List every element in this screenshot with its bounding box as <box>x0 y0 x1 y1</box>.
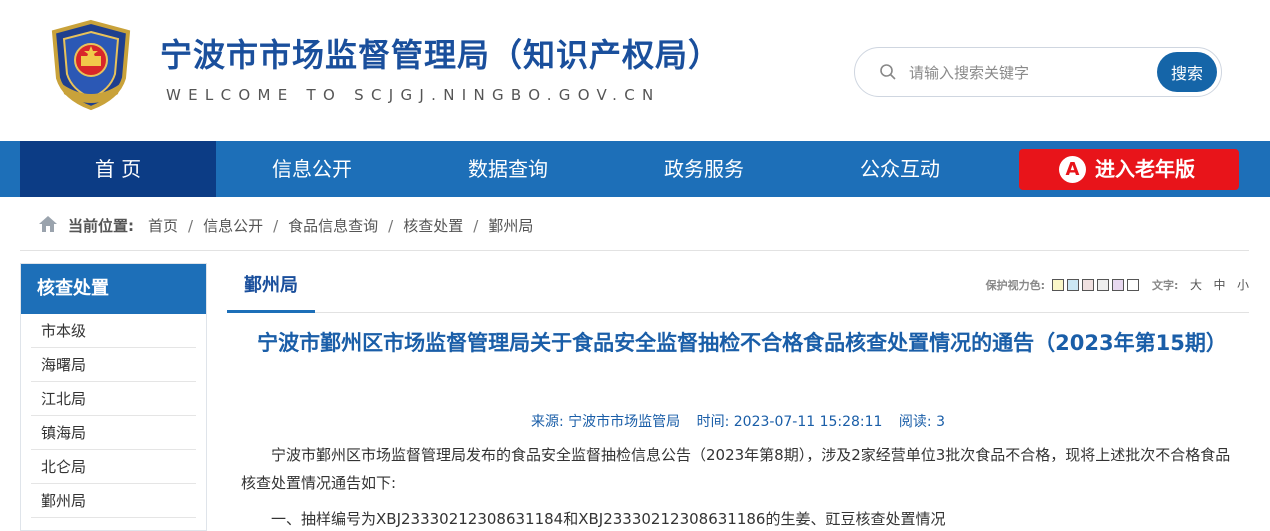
article-meta: 来源: 宁波市市场监管局 时间: 2023-07-11 15:28:11 阅读:… <box>227 411 1249 431</box>
font-size-label: 文字: <box>1152 279 1179 292</box>
breadcrumb-separator: / <box>473 217 479 235</box>
sidebar-item-zhenhai[interactable]: 镇海局 <box>31 416 196 450</box>
article-time: 时间: 2023-07-11 15:28:11 <box>696 414 883 430</box>
breadcrumb-separator: / <box>273 217 279 235</box>
sidebar-item-haishu[interactable]: 海曙局 <box>31 348 196 382</box>
elder-mode-icon: A <box>1059 156 1086 183</box>
breadcrumb-item-verification[interactable]: 核查处置 <box>403 217 463 235</box>
color-swatch-white[interactable] <box>1126 279 1139 291</box>
search-input[interactable] <box>909 61 1139 85</box>
breadcrumb: 当前位置: 首页 / 信息公开 / 食品信息查询 / 核查处置 / 鄞州局 <box>20 199 1249 251</box>
breadcrumb-items: 首页 / 信息公开 / 食品信息查询 / 核查处置 / 鄞州局 <box>148 215 533 236</box>
nav-item-gov-services[interactable]: 政务服务 <box>606 141 802 197</box>
breadcrumb-item-home[interactable]: 首页 <box>148 217 178 235</box>
breadcrumb-label: 当前位置: <box>68 217 134 235</box>
color-swatch-purple[interactable] <box>1111 279 1124 291</box>
font-size-small-link[interactable]: 小 <box>1237 278 1249 292</box>
site-header: 宁波市市场监督管理局（知识产权局） WELCOME TO SCJGJ.NINGB… <box>0 0 1270 141</box>
nav-item-home[interactable]: 首 页 <box>20 141 216 197</box>
breadcrumb-item-info-disclosure[interactable]: 信息公开 <box>203 217 263 235</box>
content-header: 鄞州局 保护视力色: 文字: 大 中 小 <box>227 263 1249 313</box>
breadcrumb-separator: / <box>388 217 394 235</box>
article-paragraph: 宁波市鄞州区市场监督管理局发布的食品安全监督抽检信息公告（2023年第8期），涉… <box>241 446 1231 492</box>
breadcrumb-separator: / <box>188 217 194 235</box>
elder-mode-label: 进入老年版 <box>1095 157 1195 181</box>
color-swatch-pink[interactable] <box>1081 279 1094 291</box>
search-button[interactable]: 搜索 <box>1157 52 1217 92</box>
location-home-icon <box>39 216 57 232</box>
article-read-count: 阅读: 3 <box>898 414 945 430</box>
content-tab-title: 鄞州局 <box>227 263 315 313</box>
sidebar-item-beilun[interactable]: 北仑局 <box>31 450 196 484</box>
elder-mode-button[interactable]: A 进入老年版 <box>1019 149 1239 190</box>
nav-item-public-interaction[interactable]: 公众互动 <box>802 141 998 197</box>
color-swatch-blue[interactable] <box>1066 279 1079 291</box>
breadcrumb-item-yinzhou[interactable]: 鄞州局 <box>488 217 533 235</box>
site-title: 宁波市市场监督管理局（知识产权局） <box>160 36 722 74</box>
article-title: 宁波市鄞州区市场监督管理局关于食品安全监督抽检不合格食品核查处置情况的通告（20… <box>257 331 1227 355</box>
eye-protection-label: 保护视力色: <box>985 279 1046 292</box>
font-size-large-link[interactable]: 大 <box>1190 278 1202 292</box>
market-supervision-emblem-icon <box>51 19 131 111</box>
reading-tools: 保护视力色: 文字: 大 中 小 <box>986 276 1249 293</box>
sidebar: 核查处置 市本级 海曙局 江北局 镇海局 北仑局 鄞州局 <box>20 263 207 531</box>
article-source: 来源: 宁波市市场监管局 <box>530 414 681 430</box>
nav-item-info-disclosure[interactable]: 信息公开 <box>214 141 410 197</box>
main-content: 鄞州局 保护视力色: 文字: 大 中 小 宁波市鄞州区市场监督管理局关于食品安全… <box>227 263 1249 531</box>
breadcrumb-item-food-info-query[interactable]: 食品信息查询 <box>288 217 378 235</box>
search-icon <box>880 64 896 80</box>
sidebar-item-city-level[interactable]: 市本级 <box>31 314 196 348</box>
color-swatch-gray[interactable] <box>1096 279 1109 291</box>
search-bar: 搜索 <box>854 47 1222 97</box>
sidebar-item-yinzhou[interactable]: 鄞州局 <box>31 484 196 518</box>
nav-item-data-query[interactable]: 数据查询 <box>410 141 606 197</box>
font-size-medium-link[interactable]: 中 <box>1213 278 1225 292</box>
article-paragraph: 一、抽样编号为XBJ23330212308631184和XBJ233302123… <box>271 510 946 528</box>
site-subtitle: WELCOME TO SCJGJ.NINGBO.GOV.CN <box>166 86 661 104</box>
color-swatch-yellow[interactable] <box>1051 279 1064 291</box>
sidebar-item-jiangbei[interactable]: 江北局 <box>31 382 196 416</box>
sidebar-title: 核查处置 <box>21 264 206 314</box>
